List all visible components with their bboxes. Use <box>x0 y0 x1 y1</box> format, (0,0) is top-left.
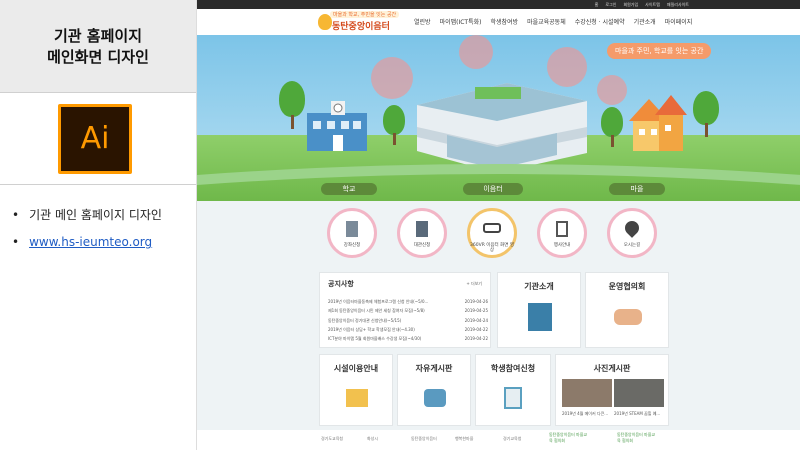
site-header: 마을과 학교, 주민을 잇는 공간 동탄중앙이음터 열린방 마이맵(ICT특화)… <box>197 9 800 35</box>
notice-item[interactable]: ICT분야 마이맵 5월 회원마을배스 수강생 모집(~4/30) 2019-04… <box>328 334 488 343</box>
decor-tree <box>383 105 405 135</box>
hero-label-school[interactable]: 학교 <box>321 183 377 195</box>
notice-item[interactable]: 2019년 이음터 상담+ 학교 학생모집 안내(~4.30) 2019-04-2… <box>328 325 488 334</box>
decor-trunk <box>393 133 396 145</box>
utility-link-login[interactable]: 로그인 <box>605 0 616 9</box>
building-icon <box>416 221 428 237</box>
more-link[interactable]: + 더보기 <box>466 281 482 287</box>
partner-logo[interactable]: 경기도교육청 <box>321 436 343 442</box>
gallery-card: 사진게시판 2019년 4월 메이커 다큰... 2019년 STEAM 꿈힐 … <box>555 354 669 426</box>
site-logo[interactable]: 마을과 학교, 주민을 잇는 공간 동탄중앙이음터 <box>318 11 404 33</box>
notice-item[interactable]: 2019년 이음터마을동축제 체험프로그램 신청 안내(~5/0... 2019-… <box>328 297 488 306</box>
partner-logo[interactable]: 동탄중앙이음터 마을교육 협의회 <box>617 432 657 444</box>
main-nav: 열린방 마이맵(ICT특화) 학생참여방 마을교육공동체 수강신청 · 시설예약… <box>414 17 701 26</box>
illustrator-icon: Ai <box>58 104 132 174</box>
slide-title-box: 기관 홈페이지 메인화면 디자인 <box>0 0 196 93</box>
decor-trunk <box>705 123 708 137</box>
footer-logos: 경기도교육청 화성시 동탄중앙이음터 행복한마을 경기교육청 동탄중앙이음터 마… <box>197 430 800 450</box>
quick-event[interactable]: 행사안내 <box>537 208 587 258</box>
gallery-photo[interactable] <box>562 379 612 407</box>
people-icon <box>424 389 446 407</box>
utility-link-home[interactable]: 홈 <box>595 0 599 9</box>
partner-logo[interactable]: 동탄중앙이음터 마을교육 협의회 <box>549 432 589 444</box>
decor-trunk <box>611 135 614 147</box>
notice-title: 공지사항 <box>328 280 354 288</box>
board-card[interactable]: 자유게시판 <box>397 354 471 426</box>
gallery-caption: 2019년 4월 메이커 다큰... <box>562 411 609 416</box>
quick-vr[interactable]: 360VR 이음터 화면 영상 <box>467 208 517 258</box>
nav-item[interactable]: 열린방 <box>414 17 431 26</box>
nav-item[interactable]: 마을교육공동체 <box>527 17 566 26</box>
nav-item[interactable]: 마이페이지 <box>665 17 693 26</box>
utility-link-signup[interactable]: 회원가입 <box>623 0 638 9</box>
hero-label-ieumteo[interactable]: 이음터 <box>463 183 523 195</box>
building-icon <box>528 303 552 331</box>
website-link[interactable]: www.hs-ieumteo.org <box>29 235 152 249</box>
hero-banner: 마을과 주민, 학교를 잇는 공간 학교 이음터 마을 <box>197 35 800 201</box>
website-screenshot: 홈 로그인 회원가입 사이트맵 패밀리사이트 마을과 학교, 주민을 잇는 공간… <box>196 0 800 450</box>
slide-title: 기관 홈페이지 메인화면 디자인 <box>47 27 149 66</box>
facility-card[interactable]: 시설이용안내 <box>319 354 393 426</box>
quick-course[interactable]: 강좌신청 <box>327 208 377 258</box>
quick-directions[interactable]: 오시는길 <box>607 208 657 258</box>
notice-item[interactable]: 동탄중앙이음터 정기대관 신청안내(~5/15) 2019-04-24 <box>328 316 488 325</box>
handshake-icon <box>614 309 642 325</box>
nav-item[interactable]: 수강신청 · 시설예약 <box>575 17 625 26</box>
decor-tree <box>279 81 305 117</box>
partner-logo[interactable]: 행복한마을 <box>455 436 473 442</box>
utility-link-sitemap[interactable]: 사이트맵 <box>645 0 660 9</box>
slide-panel: 기관 홈페이지 메인화면 디자인 Ai 기관 메인 홈페이지 디자인 www.h… <box>0 0 196 450</box>
decor-trunk <box>291 115 294 129</box>
notice-item[interactable]: 제1회 동탄중앙이음터 시민 제안 세칭 참여자 모집(~5/8) 2019-04… <box>328 306 488 315</box>
document-icon <box>346 221 358 237</box>
divider <box>0 184 196 185</box>
location-icon <box>622 218 642 238</box>
utility-bar: 홈 로그인 회원가입 사이트맵 패밀리사이트 <box>197 0 800 9</box>
quick-rental[interactable]: 대관신청 <box>397 208 447 258</box>
bullet-item: 기관 메인 홈페이지 디자인 <box>12 206 162 223</box>
council-card[interactable]: 운영협의회 <box>585 272 669 348</box>
partner-logo[interactable]: 화성시 <box>367 436 378 442</box>
nav-item[interactable]: 기관소개 <box>634 17 656 26</box>
notice-card: 공지사항 + 더보기 2019년 이음터마을동축제 체험프로그램 신청 안내(~… <box>319 272 491 348</box>
gallery-photo[interactable] <box>614 379 664 407</box>
decor-tree <box>693 91 719 125</box>
calendar-icon <box>556 221 568 237</box>
utility-link-family[interactable]: 패밀리사이트 <box>667 0 689 9</box>
clipboard-icon <box>504 387 522 409</box>
gallery-caption: 2019년 STEAM 꿈힐 예... <box>614 411 661 416</box>
nav-item[interactable]: 마이맵(ICT특화) <box>440 17 482 26</box>
nav-item[interactable]: 학생참여방 <box>490 17 518 26</box>
partner-logo[interactable]: 동탄중앙이음터 <box>411 436 437 442</box>
quick-menu: 강좌신청 대관신청 360VR 이음터 화면 영상 행사안내 오시는길 <box>197 208 800 278</box>
partner-logo[interactable]: 경기교육청 <box>503 436 521 442</box>
notice-list: 2019년 이음터마을동축제 체험프로그램 신청 안내(~5/0... 2019-… <box>328 297 488 343</box>
vr-icon <box>483 223 501 233</box>
bullet-item-link: www.hs-ieumteo.org <box>12 235 162 249</box>
bullet-list: 기관 메인 홈페이지 디자인 www.hs-ieumteo.org <box>12 206 162 261</box>
house-icon <box>346 389 368 407</box>
student-card[interactable]: 학생참여신청 <box>475 354 551 426</box>
hero-label-village[interactable]: 마을 <box>609 183 665 195</box>
decor-tree <box>601 107 623 137</box>
about-card[interactable]: 기관소개 <box>497 272 581 348</box>
